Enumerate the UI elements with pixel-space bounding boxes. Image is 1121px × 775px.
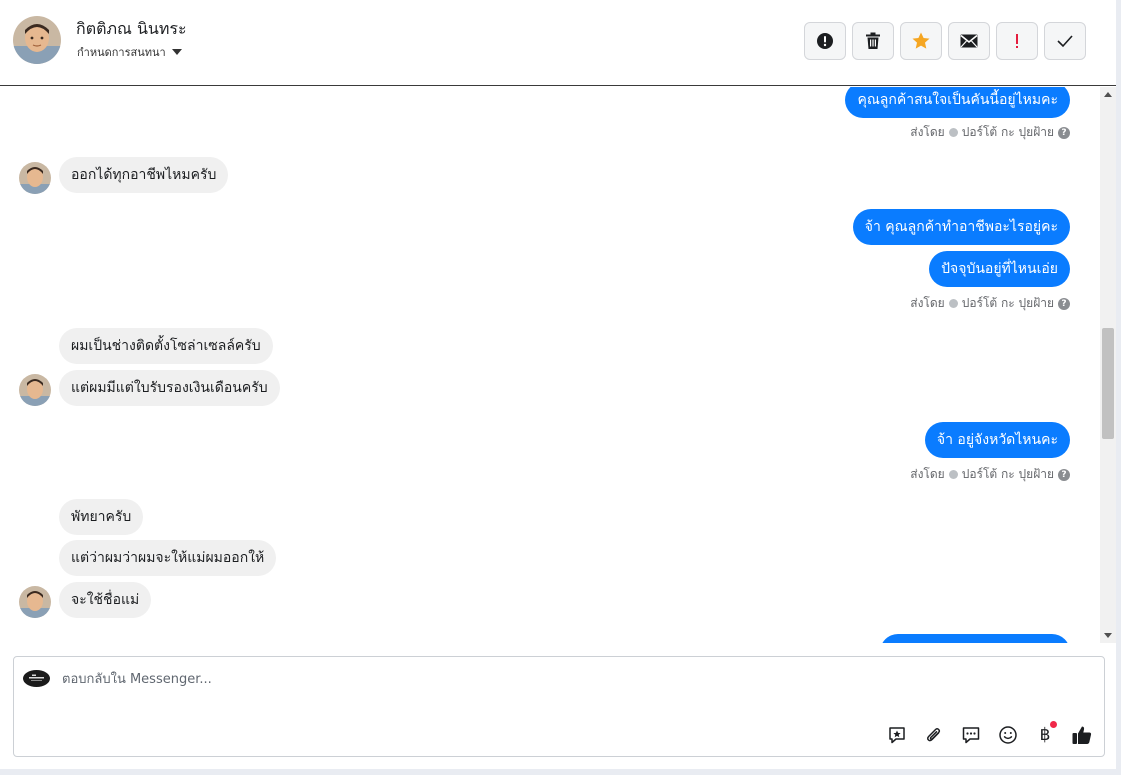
sent-check-icon [948, 470, 958, 479]
star-button[interactable] [900, 22, 942, 60]
scroll-down-arrow-icon[interactable] [1104, 633, 1112, 638]
exclamation-circle-icon [817, 33, 833, 49]
emoji-button[interactable] [996, 723, 1020, 747]
sent-check-icon [948, 299, 958, 308]
sent-by-prefix: ส่งโดย [910, 296, 945, 310]
chat-bubble-icon [962, 727, 980, 744]
message-scrollbar[interactable] [1100, 87, 1116, 643]
conversation-toolbar [804, 22, 1086, 60]
emoji-icon [999, 726, 1017, 744]
outgoing-message[interactable]: จ้า อยู่จังหวัดไหนคะ [924, 422, 1070, 458]
messenger-conversation: กิตติภณ นินทระ กำหนดการสนทนา คุณลูกค้าสน… [0, 0, 1116, 769]
outgoing-message[interactable]: จ้า คุณลูกค้าทำอาชีพอะไรอยู่คะ [852, 209, 1070, 245]
notification-dot [1050, 721, 1057, 728]
assign-label: กำหนดการสนทนา [77, 46, 166, 59]
reply-input[interactable] [62, 669, 862, 689]
incoming-message[interactable]: ผมเป็นช่างติดตั้งโซล่าเซลล์ครับ [59, 328, 273, 364]
assign-conversation-dropdown[interactable]: กำหนดการสนทนา [77, 43, 182, 61]
incoming-message[interactable]: แต่ว่าผมว่าผมจะให้แม่ผมออกให้ [59, 540, 277, 576]
sent-by-agent: ปอร์โต้ กะ ปุยฝ้าย [961, 296, 1054, 310]
contact-avatar-small[interactable] [19, 374, 51, 406]
sent-by-label: ส่งโดย ปอร์โต้ กะ ปุยฝ้าย ? [910, 465, 1070, 484]
caret-down-icon [171, 49, 182, 55]
report-button[interactable] [804, 22, 846, 60]
outgoing-message-partial[interactable] [880, 634, 1070, 643]
scroll-thumb[interactable] [1102, 328, 1114, 439]
help-icon[interactable]: ? [1058, 297, 1070, 310]
important-button[interactable] [996, 22, 1038, 60]
baht-icon: ฿ [1039, 725, 1051, 745]
saved-reply-icon [889, 727, 905, 744]
payment-button[interactable]: ฿ [1033, 721, 1057, 747]
star-icon [912, 32, 930, 49]
sent-by-agent: ปอร์โต้ กะ ปุยฝ้าย [961, 467, 1054, 481]
incoming-message[interactable]: พัทยาครับ [59, 499, 144, 535]
sent-by-prefix: ส่งโดย [910, 125, 945, 139]
mail-button[interactable] [948, 22, 990, 60]
help-icon[interactable]: ? [1058, 126, 1070, 139]
exclamation-icon [1016, 34, 1018, 48]
sent-by-label: ส่งโดย ปอร์โต้ กะ ปุยฝ้าย ? [910, 123, 1070, 142]
quick-reply-button[interactable] [959, 723, 983, 747]
outgoing-message[interactable]: ปัจจุบันอยู่ที่ไหนเอ่ย [929, 251, 1070, 287]
envelope-icon [960, 34, 978, 48]
done-button[interactable] [1044, 22, 1086, 60]
like-button[interactable] [1070, 723, 1094, 747]
attachment-icon [926, 728, 941, 742]
contact-avatar-small[interactable] [19, 162, 51, 194]
saved-reply-button[interactable] [885, 723, 909, 747]
delete-button[interactable] [852, 22, 894, 60]
page-logo [23, 670, 50, 687]
trash-icon [866, 32, 880, 49]
outgoing-message[interactable]: คุณลูกค้าสนใจเป็นคันนี้อยู่ไหมคะ [845, 87, 1070, 118]
attach-file-button[interactable] [922, 723, 946, 747]
thumbs-up-icon [1072, 726, 1092, 744]
contact-name: กิตติภณ นินทระ [76, 19, 187, 38]
composer-toolbar: ฿ [885, 721, 1094, 747]
incoming-message[interactable]: ออกได้ทุกอาชีพไหมครับ [59, 157, 229, 193]
sent-by-prefix: ส่งโดย [910, 467, 945, 481]
help-icon[interactable]: ? [1058, 468, 1070, 481]
sent-by-agent: ปอร์โต้ กะ ปุยฝ้าย [961, 125, 1054, 139]
incoming-message[interactable]: จะใช้ชื่อแม่ [59, 582, 152, 618]
conversation-header: กิตติภณ นินทระ กำหนดการสนทนา [0, 0, 1116, 86]
sent-by-label: ส่งโดย ปอร์โต้ กะ ปุยฝ้าย ? [910, 294, 1070, 313]
contact-avatar[interactable] [13, 16, 61, 64]
scroll-up-arrow-icon[interactable] [1104, 92, 1112, 97]
sent-check-icon [948, 128, 958, 137]
check-icon [1057, 35, 1073, 48]
contact-avatar-small[interactable] [19, 586, 51, 618]
reply-composer: ฿ [13, 656, 1105, 757]
incoming-message[interactable]: แต่ผมมีแต่ใบรับรองเงินเดือนครับ [59, 370, 280, 406]
message-thread[interactable]: คุณลูกค้าสนใจเป็นคันนี้อยู่ไหมคะ ส่งโดย … [0, 87, 1100, 643]
